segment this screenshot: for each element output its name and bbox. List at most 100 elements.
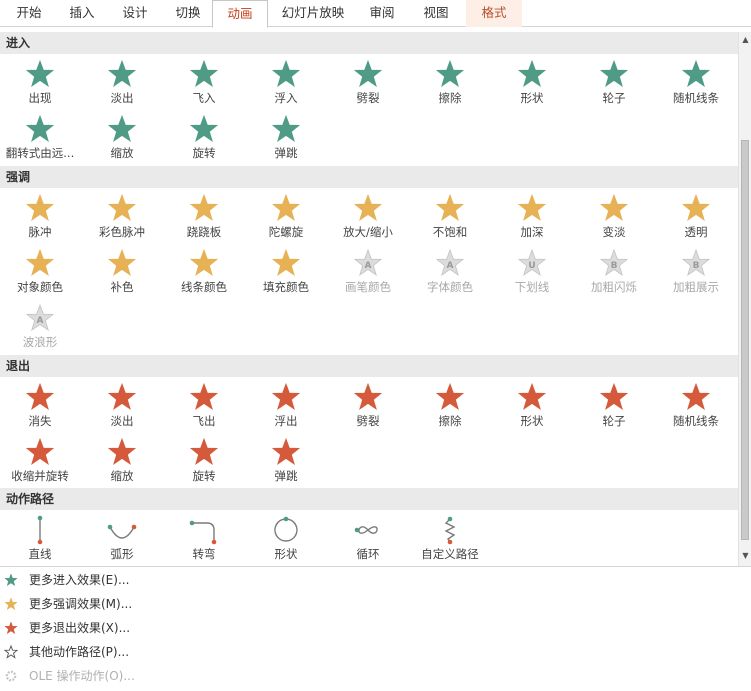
effect-emphasis-1[interactable]: 彩色脉冲 — [82, 190, 162, 245]
scroll-down-arrow-icon[interactable]: ▼ — [741, 551, 750, 560]
effect-exit-5[interactable]: 擦除 — [410, 379, 490, 434]
effect-exit-7[interactable]: 轮子 — [574, 379, 654, 434]
effect-emphasis-8[interactable]: 透明 — [656, 190, 736, 245]
effect-emphasis-7[interactable]: 变淡 — [574, 190, 654, 245]
effect-entrance-7[interactable]: 轮子 — [574, 56, 654, 111]
effect-exit-1[interactable]: 淡出 — [82, 379, 162, 434]
effect-emphasis-13: A 画笔颜色 — [328, 245, 408, 300]
effect-exit-0[interactable]: 消失 — [0, 379, 80, 434]
fade-star-icon — [107, 59, 137, 87]
wheel-out-star-icon — [599, 382, 629, 410]
arc-path-icon — [107, 524, 137, 539]
effect-exit-8[interactable]: 随机线条 — [656, 379, 736, 434]
effect-exit-12[interactable]: 弹跳 — [246, 434, 326, 489]
effect-exit-6[interactable]: 形状 — [492, 379, 572, 434]
effect-entrance-5[interactable]: 擦除 — [410, 56, 490, 111]
exit-star-icon — [4, 621, 18, 635]
tab-8[interactable]: 格式 — [466, 0, 522, 27]
more-link-disabled: OLE 操作动作(O)... — [0, 664, 300, 688]
effect-emphasis-12[interactable]: 填充颜色 — [246, 245, 326, 300]
effect-path-1[interactable]: 弧形 — [82, 512, 162, 566]
effect-label: 放大/缩小 — [343, 225, 393, 239]
menu-divider — [0, 566, 751, 567]
tab-3[interactable]: 切换 — [164, 0, 212, 27]
effect-entrance-8[interactable]: 随机线条 — [656, 56, 736, 111]
spin-star-icon — [271, 193, 301, 221]
scroll-thumb[interactable] — [741, 140, 749, 540]
effect-entrance-0[interactable]: 出现 — [0, 56, 80, 111]
effect-exit-4[interactable]: 劈裂 — [328, 379, 408, 434]
tab-7[interactable]: 视图 — [406, 0, 466, 27]
effect-label: 形状 — [274, 547, 298, 561]
effect-label: 轮子 — [602, 414, 626, 428]
effect-emphasis-11[interactable]: 线条颜色 — [164, 245, 244, 300]
effect-label: 随机线条 — [673, 91, 719, 105]
effect-exit-3[interactable]: 浮出 — [246, 379, 326, 434]
tab-2[interactable]: 设计 — [106, 0, 164, 27]
section-header-emphasis: 强调 — [0, 166, 738, 188]
effect-entrance-2[interactable]: 飞入 — [164, 56, 244, 111]
animation-gallery: 进入 出现 淡出 飞入 浮入 劈裂 擦除 形状 轮子 随机线条 翻转式由远... 缩放 旋转 弹跳 强调 脉冲… — [0, 32, 738, 566]
effect-path-5[interactable]: 自定义路径 — [410, 512, 490, 566]
tab-1[interactable]: 插入 — [58, 0, 106, 27]
effect-entrance-10[interactable]: 缩放 — [82, 111, 162, 166]
effect-label: 转弯 — [192, 547, 216, 561]
underline-star-icon: U — [517, 248, 547, 276]
effect-exit-9[interactable]: 收缩并旋转 — [0, 434, 80, 489]
effect-label: 浮出 — [274, 414, 298, 428]
effect-label: 旋转 — [192, 146, 216, 160]
effect-emphasis-6[interactable]: 加深 — [492, 190, 572, 245]
effect-label: 直线 — [28, 547, 52, 561]
effect-label: 轮子 — [602, 91, 626, 105]
brush-color-star-icon: A — [353, 248, 383, 276]
effect-exit-2[interactable]: 飞出 — [164, 379, 244, 434]
tab-5[interactable]: 幻灯片放映 — [268, 0, 358, 27]
effect-entrance-9[interactable]: 翻转式由远... — [0, 111, 80, 166]
effect-entrance-4[interactable]: 劈裂 — [328, 56, 408, 111]
more-link-emphasis[interactable]: 更多强调效果(M)... — [0, 592, 300, 616]
effect-label: 淡出 — [110, 414, 134, 428]
fly-in-star-icon — [189, 59, 219, 87]
effect-emphasis-2[interactable]: 跷跷板 — [164, 190, 244, 245]
bold-flash-star-icon: B — [599, 248, 629, 276]
tab-6[interactable]: 审阅 — [358, 0, 406, 27]
effect-emphasis-0[interactable]: 脉冲 — [0, 190, 80, 245]
effect-emphasis-9[interactable]: 对象颜色 — [0, 245, 80, 300]
scroll-up-arrow-icon[interactable]: ▲ — [741, 35, 750, 44]
effect-entrance-1[interactable]: 淡出 — [82, 56, 162, 111]
effect-exit-11[interactable]: 旋转 — [164, 434, 244, 489]
effect-label: 飞出 — [192, 414, 216, 428]
tab-4[interactable]: 动画 — [212, 0, 268, 28]
effect-label: 填充颜色 — [263, 280, 309, 294]
effect-path-0[interactable]: 直线 — [0, 512, 80, 566]
outline-star-icon — [4, 645, 18, 659]
tab-0[interactable]: 开始 — [0, 0, 58, 27]
section-header-entrance: 进入 — [0, 32, 738, 54]
appear-star-icon — [25, 59, 55, 87]
effect-entrance-3[interactable]: 浮入 — [246, 56, 326, 111]
more-link-label: 更多退出效果(X)... — [29, 621, 131, 635]
gallery-scrollbar[interactable]: ▲ ▼ — [738, 32, 751, 566]
effect-path-4[interactable]: 循环 — [328, 512, 408, 566]
effect-emphasis-3[interactable]: 陀螺旋 — [246, 190, 326, 245]
effect-entrance-12[interactable]: 弹跳 — [246, 111, 326, 166]
effect-label: 透明 — [684, 225, 708, 239]
effect-exit-10[interactable]: 缩放 — [82, 434, 162, 489]
more-link-outline[interactable]: 其他动作路径(P)... — [0, 640, 300, 664]
effect-path-3[interactable]: 形状 — [246, 512, 326, 566]
effect-label: 缩放 — [110, 469, 134, 483]
line-color-star-icon — [189, 248, 219, 276]
effect-entrance-11[interactable]: 旋转 — [164, 111, 244, 166]
swivel-out-star-icon — [189, 437, 219, 465]
effect-emphasis-5[interactable]: 不饱和 — [410, 190, 490, 245]
effect-path-2[interactable]: 转弯 — [164, 512, 244, 566]
float-out-star-icon — [271, 382, 301, 410]
more-link-entrance[interactable]: 更多进入效果(E)... — [0, 568, 300, 592]
effect-emphasis-10[interactable]: 补色 — [82, 245, 162, 300]
bold-reveal-star-icon: B — [681, 248, 711, 276]
effect-entrance-6[interactable]: 形状 — [492, 56, 572, 111]
effect-label: 加深 — [520, 225, 544, 239]
turn-path-icon — [189, 520, 217, 545]
more-link-exit[interactable]: 更多退出效果(X)... — [0, 616, 300, 640]
effect-emphasis-4[interactable]: 放大/缩小 — [328, 190, 408, 245]
